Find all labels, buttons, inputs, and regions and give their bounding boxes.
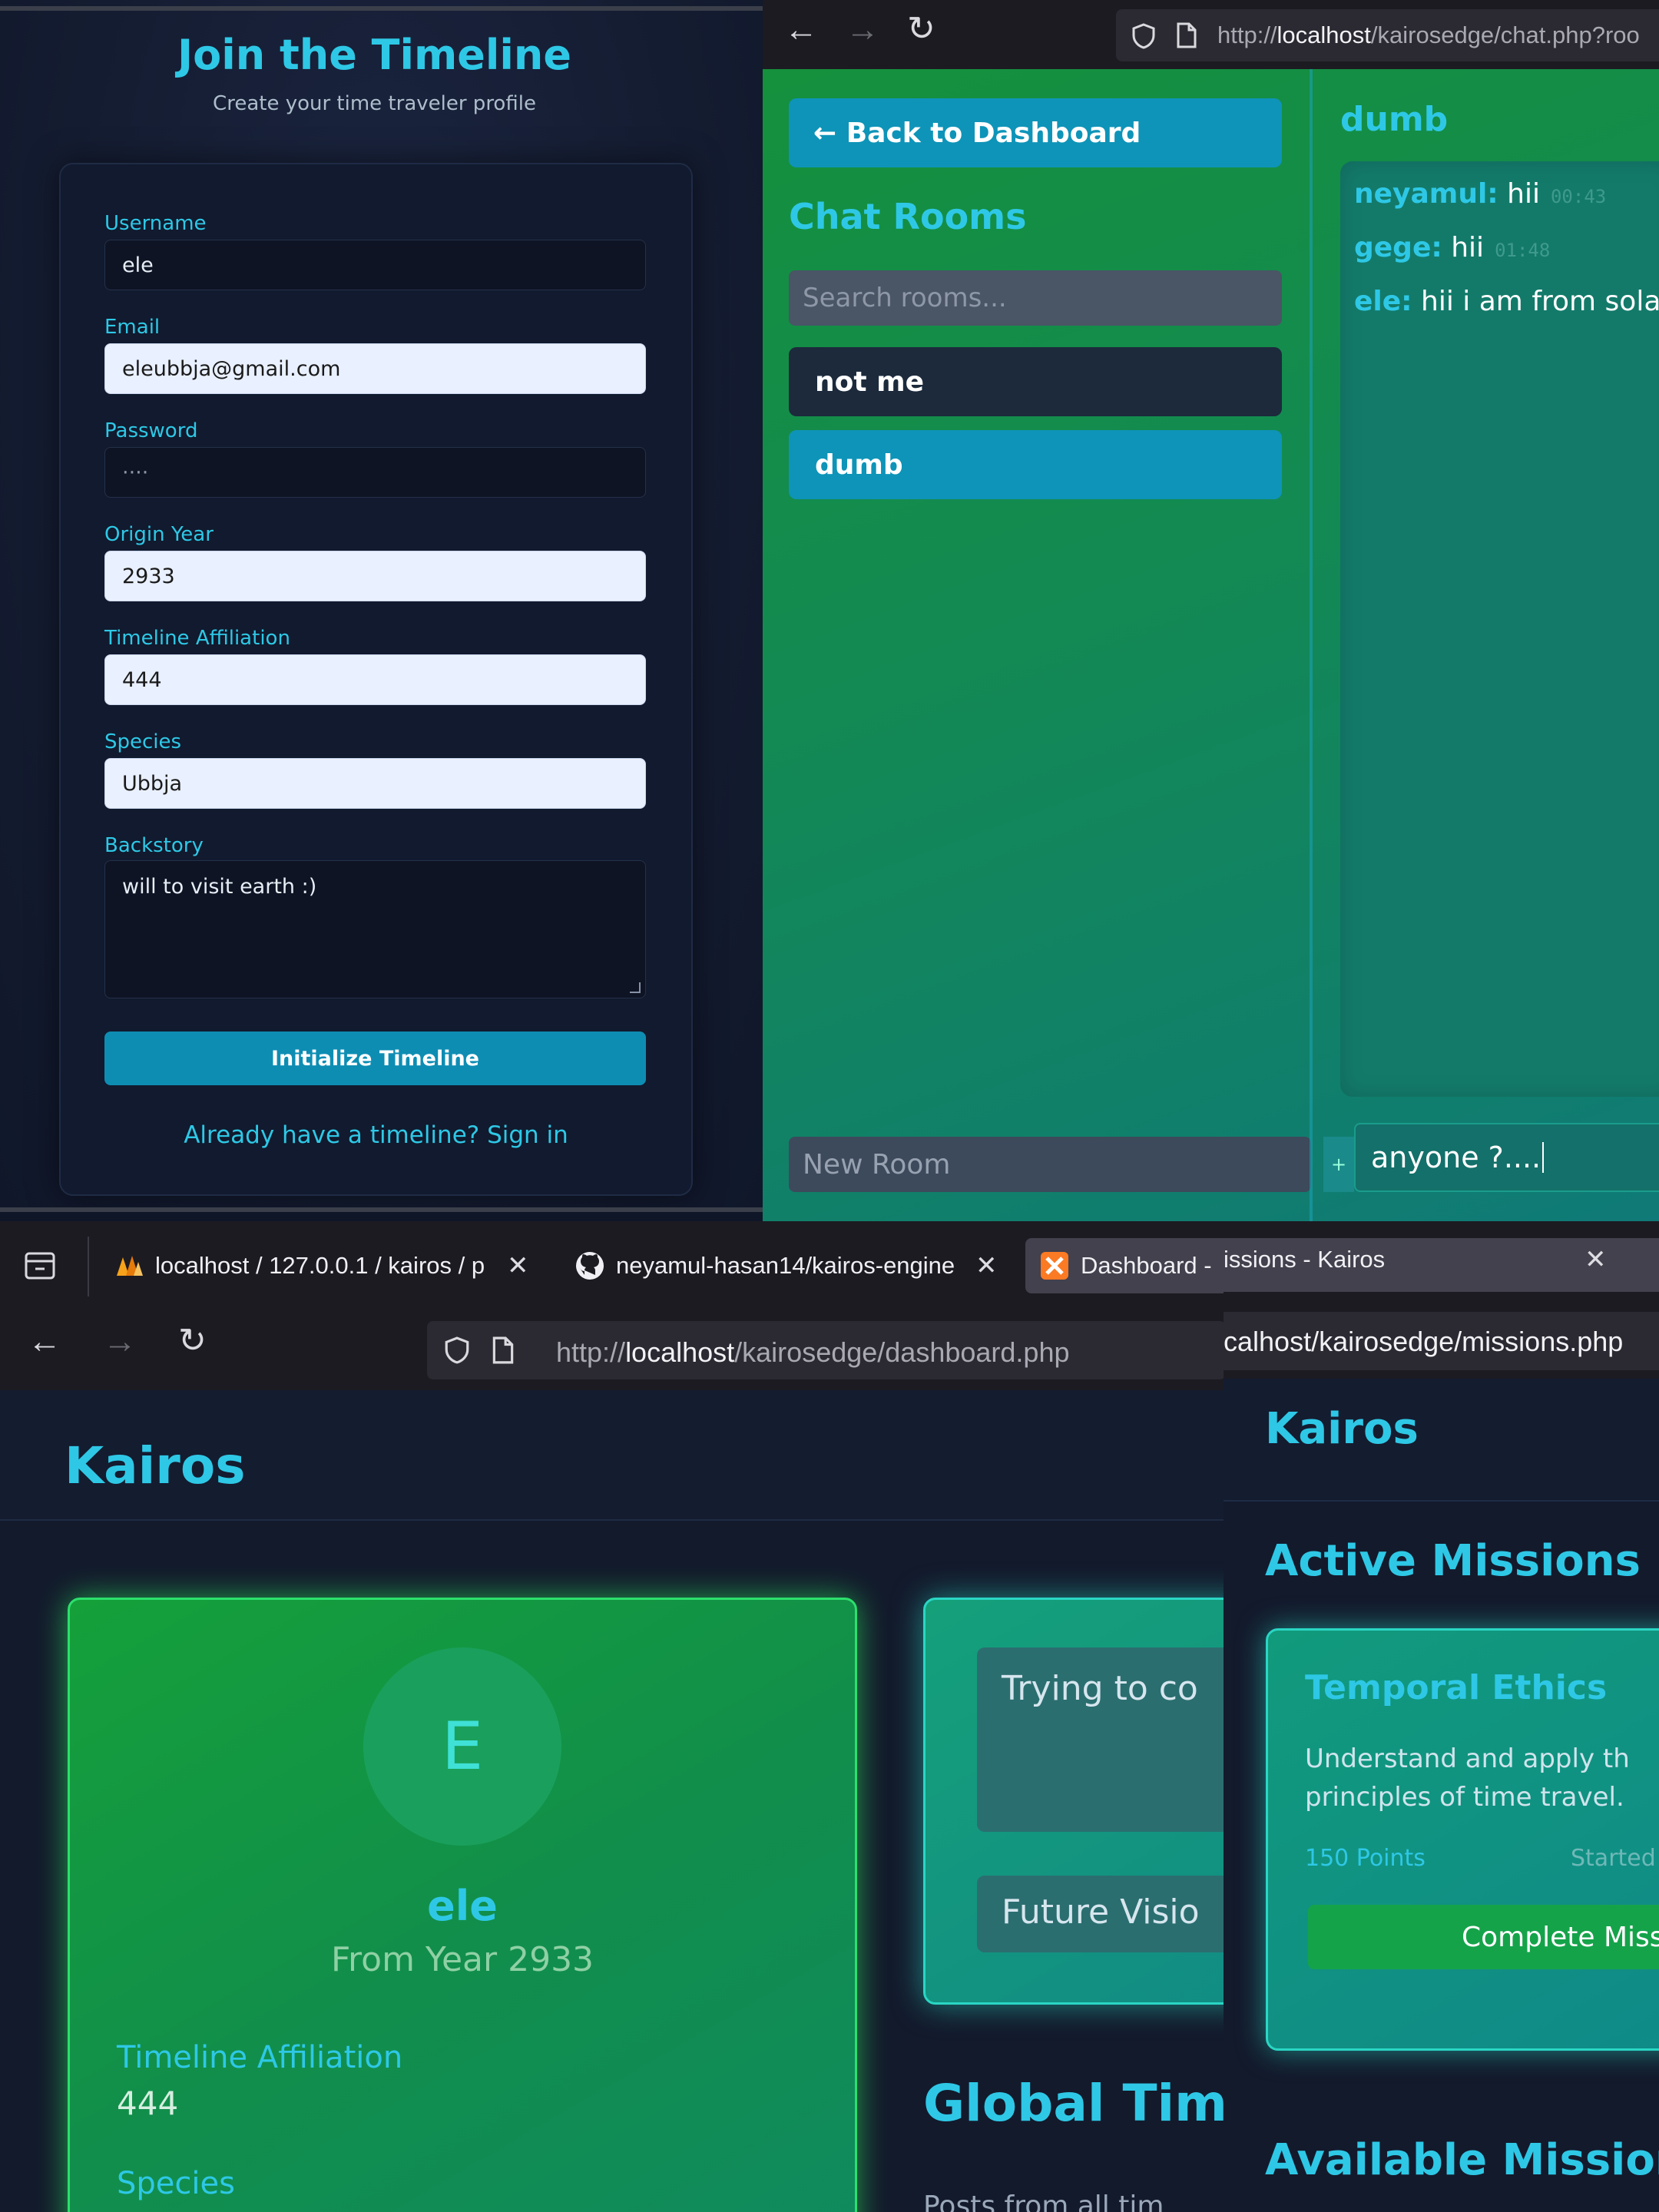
window-border [0, 6, 763, 11]
message-input-text: anyone ?.... [1371, 1141, 1541, 1174]
url-text: http://localhost/kairosedge/chat.php?roo [1217, 22, 1640, 48]
affiliation-label: Timeline Affiliation [117, 2040, 403, 2075]
close-tab-icon[interactable]: ✕ [1584, 1244, 1607, 1275]
mission-status: Started [1571, 1845, 1656, 1872]
available-missions-title: Available Missions [1265, 2135, 1659, 2185]
close-tab-icon[interactable]: ✕ [975, 1250, 998, 1281]
species-field[interactable]: Ubbja [104, 758, 646, 809]
message-input[interactable]: anyone ?.... [1354, 1123, 1659, 1192]
tab-dashboard[interactable]: Dashboard - [1025, 1238, 1224, 1293]
tab-separator [88, 1237, 89, 1296]
species-label: Species [104, 730, 182, 753]
backstory-label: Backstory [104, 834, 204, 857]
phpmyadmin-icon [117, 1256, 143, 1276]
reload-icon[interactable]: ↻ [178, 1321, 207, 1360]
room-item-not-me[interactable]: not me [789, 347, 1282, 416]
post-text-input[interactable]: Trying to co [977, 1647, 1224, 1832]
brand-logo[interactable]: Kairos [65, 1436, 245, 1495]
dashboard-window: localhost / 127.0.0.1 / kairos / p ✕ ney… [0, 1221, 1224, 2212]
missions-window: issions - Kairos ✕ calhost/kairosedge/mi… [1224, 1221, 1659, 2212]
register-subtitle: Create your time traveler profile [213, 92, 536, 115]
shield-icon [445, 1336, 469, 1364]
address-bar[interactable]: http://localhost/kairosedge/chat.php?roo [1116, 9, 1659, 61]
room-item-dumb[interactable]: dumb [789, 430, 1282, 499]
email-field[interactable]: eleubbja@gmail.com [104, 343, 646, 394]
shield-icon [1132, 23, 1155, 49]
global-timeline-title: Global Time [923, 2074, 1224, 2133]
address-bar[interactable]: http://localhost/kairosedge/dashboard.ph… [427, 1321, 1224, 1379]
tab-github[interactable]: neyamul-hasan14/kairos-engine ✕ [561, 1238, 1006, 1293]
chat-rooms-title: Chat Rooms [789, 196, 1027, 237]
url-text: calhost/kairosedge/missions.php [1224, 1326, 1624, 1357]
pane-divider [1310, 69, 1313, 1221]
chat-window: ← → ↻ http://localhost/kairosedge/chat.p… [763, 0, 1659, 1221]
username-field[interactable]: ele [104, 240, 646, 290]
back-arrow-icon[interactable]: ← [784, 11, 818, 49]
username-label: Username [104, 212, 207, 235]
new-room-input[interactable]: New Room [789, 1137, 1311, 1192]
close-tab-icon[interactable]: ✕ [507, 1250, 529, 1281]
mission-description: Understand and apply th [1305, 1743, 1630, 1774]
password-field[interactable]: ···· [104, 447, 646, 498]
affiliation-value: 444 [117, 2085, 179, 2122]
active-missions-title: Active Missions [1265, 1536, 1641, 1586]
species-label: Species [117, 2166, 235, 2201]
forward-arrow-icon[interactable]: → [846, 11, 879, 49]
active-room-title: dumb [1340, 100, 1449, 139]
mission-points: 150 Points [1305, 1845, 1426, 1872]
room-search-input[interactable]: Search rooms... [789, 270, 1282, 326]
mission-title: Temporal Ethics [1305, 1668, 1608, 1707]
github-icon [576, 1252, 604, 1280]
signin-link[interactable]: Already have a timeline? Sign in [59, 1121, 693, 1149]
message: ele: hii i am from sola [1354, 286, 1659, 317]
page-icon [1177, 22, 1197, 48]
forward-arrow-icon[interactable]: → [103, 1323, 137, 1361]
origin-year-field[interactable]: 2933 [104, 551, 646, 601]
message: gege: hii 01:48 [1354, 232, 1551, 263]
future-vision-select[interactable]: Future Visio [977, 1876, 1224, 1952]
complete-mission-button[interactable]: Complete Miss [1308, 1905, 1659, 1969]
mission-description: principles of time travel. [1305, 1782, 1624, 1813]
tab-missions-label: issions - Kairos [1224, 1246, 1386, 1273]
message: neyamul: hii 00:43 [1354, 178, 1607, 210]
profile-origin-year: From Year 2933 [330, 1940, 594, 1979]
add-room-button[interactable]: + [1323, 1137, 1354, 1192]
backstory-field[interactable]: will to visit earth :) [104, 860, 646, 998]
tab-phpmyadmin[interactable]: localhost / 127.0.0.1 / kairos / p ✕ [100, 1238, 538, 1293]
tab-list-icon[interactable] [23, 1250, 57, 1281]
profile-name: ele [427, 1882, 498, 1930]
back-arrow-icon[interactable]: ← [28, 1323, 61, 1361]
password-label: Password [104, 419, 198, 442]
email-label: Email [104, 316, 161, 339]
avatar: E [363, 1647, 561, 1846]
brand-logo[interactable]: Kairos [1265, 1404, 1419, 1454]
page-icon [492, 1336, 514, 1364]
window-border [0, 1207, 763, 1212]
affiliation-label: Timeline Affiliation [104, 627, 290, 650]
reload-icon[interactable]: ↻ [907, 9, 935, 48]
register-title: Join the Timeline [177, 31, 571, 79]
back-to-dashboard-button[interactable]: ← Back to Dashboard [789, 98, 1282, 167]
xampp-icon [1041, 1252, 1068, 1280]
affiliation-field[interactable]: 444 [104, 654, 646, 705]
backstory-text: will to visit earth :) [122, 875, 317, 899]
url-text: http://localhost/kairosedge/dashboard.ph… [556, 1336, 1070, 1368]
resize-handle-icon[interactable] [630, 982, 641, 993]
origin-year-label: Origin Year [104, 523, 214, 546]
initialize-timeline-button[interactable]: Initialize Timeline [104, 1031, 646, 1085]
register-window: Join the Timeline Create your time trave… [0, 0, 763, 1212]
global-timeline-subtitle: Posts from all tim [923, 2190, 1164, 2212]
text-caret [1542, 1142, 1545, 1173]
